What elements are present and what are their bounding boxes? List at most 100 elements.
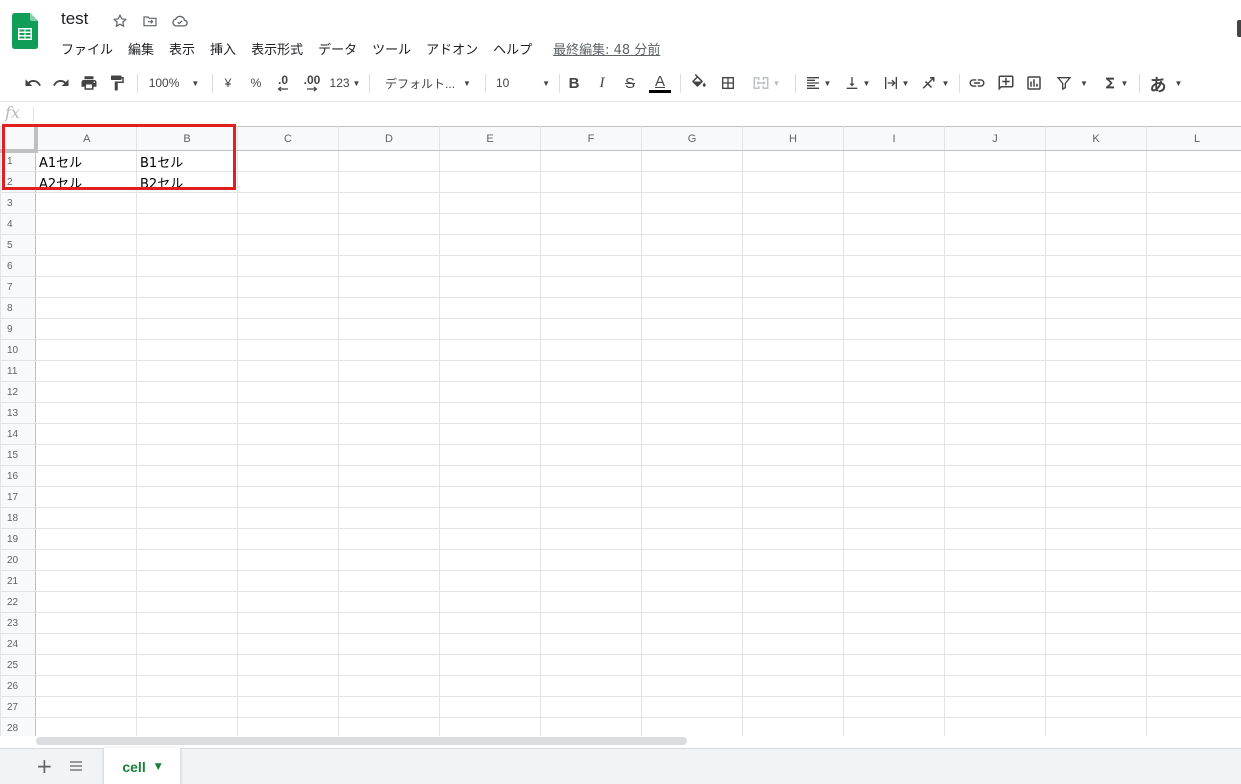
cell-i21[interactable] [843,570,945,592]
star-icon[interactable] [110,11,130,31]
paint-format-icon[interactable] [104,67,130,99]
cell-g4[interactable] [641,213,743,235]
cell-h23[interactable] [742,612,844,634]
cell-c14[interactable] [237,423,339,445]
row-header[interactable]: 16 [0,465,36,487]
cell-a22[interactable] [35,591,137,613]
cell-h6[interactable] [742,255,844,277]
cell-e25[interactable] [439,654,541,676]
cell-e24[interactable] [439,633,541,655]
cell-j1[interactable] [944,150,1046,172]
cell-h1[interactable] [742,150,844,172]
cell-d28[interactable] [338,717,440,736]
cell-j25[interactable] [944,654,1046,676]
text-color-button[interactable]: A [648,67,672,99]
document-title[interactable]: test [61,9,88,29]
cell-c9[interactable] [237,318,339,340]
cell-c24[interactable] [237,633,339,655]
cell-g13[interactable] [641,402,743,424]
cell-a12[interactable] [35,381,137,403]
cell-f23[interactable] [540,612,642,634]
cell-h18[interactable] [742,507,844,529]
cell-c1[interactable] [237,150,339,172]
cell-b13[interactable] [136,402,238,424]
cell-f4[interactable] [540,213,642,235]
cell-d14[interactable] [338,423,440,445]
cell-k8[interactable] [1045,297,1147,319]
cell-e28[interactable] [439,717,541,736]
cell-b9[interactable] [136,318,238,340]
cell-l13[interactable] [1146,402,1241,424]
cell-d18[interactable] [338,507,440,529]
cell-h14[interactable] [742,423,844,445]
cell-h13[interactable] [742,402,844,424]
cell-b27[interactable] [136,696,238,718]
cell-a11[interactable] [35,360,137,382]
cell-i16[interactable] [843,465,945,487]
cell-i11[interactable] [843,360,945,382]
cell-c18[interactable] [237,507,339,529]
cell-c13[interactable] [237,402,339,424]
cell-j15[interactable] [944,444,1046,466]
cell-d4[interactable] [338,213,440,235]
column-header-g[interactable]: G [641,126,743,151]
cell-i27[interactable] [843,696,945,718]
formula-bar[interactable]: fx [0,101,1241,126]
number-format-select[interactable]: 123 ▼ [328,67,362,99]
cell-l21[interactable] [1146,570,1241,592]
column-header-f[interactable]: F [540,126,642,151]
cell-j2[interactable] [944,171,1046,193]
cell-c8[interactable] [237,297,339,319]
row-header[interactable]: 9 [0,318,36,340]
cell-f25[interactable] [540,654,642,676]
column-header-c[interactable]: C [237,126,339,151]
cell-c19[interactable] [237,528,339,550]
cell-a28[interactable] [35,717,137,736]
cell-g9[interactable] [641,318,743,340]
cell-l28[interactable] [1146,717,1241,736]
vertical-align-icon[interactable]: ▼ [840,67,874,99]
cell-h5[interactable] [742,234,844,256]
cell-g10[interactable] [641,339,743,361]
cell-k11[interactable] [1045,360,1147,382]
menu-format[interactable]: 表示形式 [251,39,303,58]
cell-h7[interactable] [742,276,844,298]
cell-c10[interactable] [237,339,339,361]
cell-k4[interactable] [1045,213,1147,235]
cell-i25[interactable] [843,654,945,676]
cell-k3[interactable] [1045,192,1147,214]
row-header[interactable]: 25 [0,654,36,676]
cell-h12[interactable] [742,381,844,403]
cell-f7[interactable] [540,276,642,298]
cell-j7[interactable] [944,276,1046,298]
cell-f22[interactable] [540,591,642,613]
cell-e15[interactable] [439,444,541,466]
cell-b22[interactable] [136,591,238,613]
cell-d1[interactable] [338,150,440,172]
column-header-d[interactable]: D [338,126,440,151]
cell-c17[interactable] [237,486,339,508]
cell-c2[interactable] [237,171,339,193]
cell-i28[interactable] [843,717,945,736]
cell-f20[interactable] [540,549,642,571]
cell-k22[interactable] [1045,591,1147,613]
cell-g28[interactable] [641,717,743,736]
cell-j19[interactable] [944,528,1046,550]
cell-a3[interactable] [35,192,137,214]
cell-i3[interactable] [843,192,945,214]
cell-f3[interactable] [540,192,642,214]
cell-a27[interactable] [35,696,137,718]
cell-e5[interactable] [439,234,541,256]
cell-i14[interactable] [843,423,945,445]
cell-d27[interactable] [338,696,440,718]
row-header[interactable]: 21 [0,570,36,592]
cell-i22[interactable] [843,591,945,613]
cell-f9[interactable] [540,318,642,340]
cell-l25[interactable] [1146,654,1241,676]
cell-a14[interactable] [35,423,137,445]
move-folder-icon[interactable] [140,11,160,31]
cell-g27[interactable] [641,696,743,718]
print-icon[interactable] [76,67,102,99]
row-header[interactable]: 12 [0,381,36,403]
cell-i8[interactable] [843,297,945,319]
